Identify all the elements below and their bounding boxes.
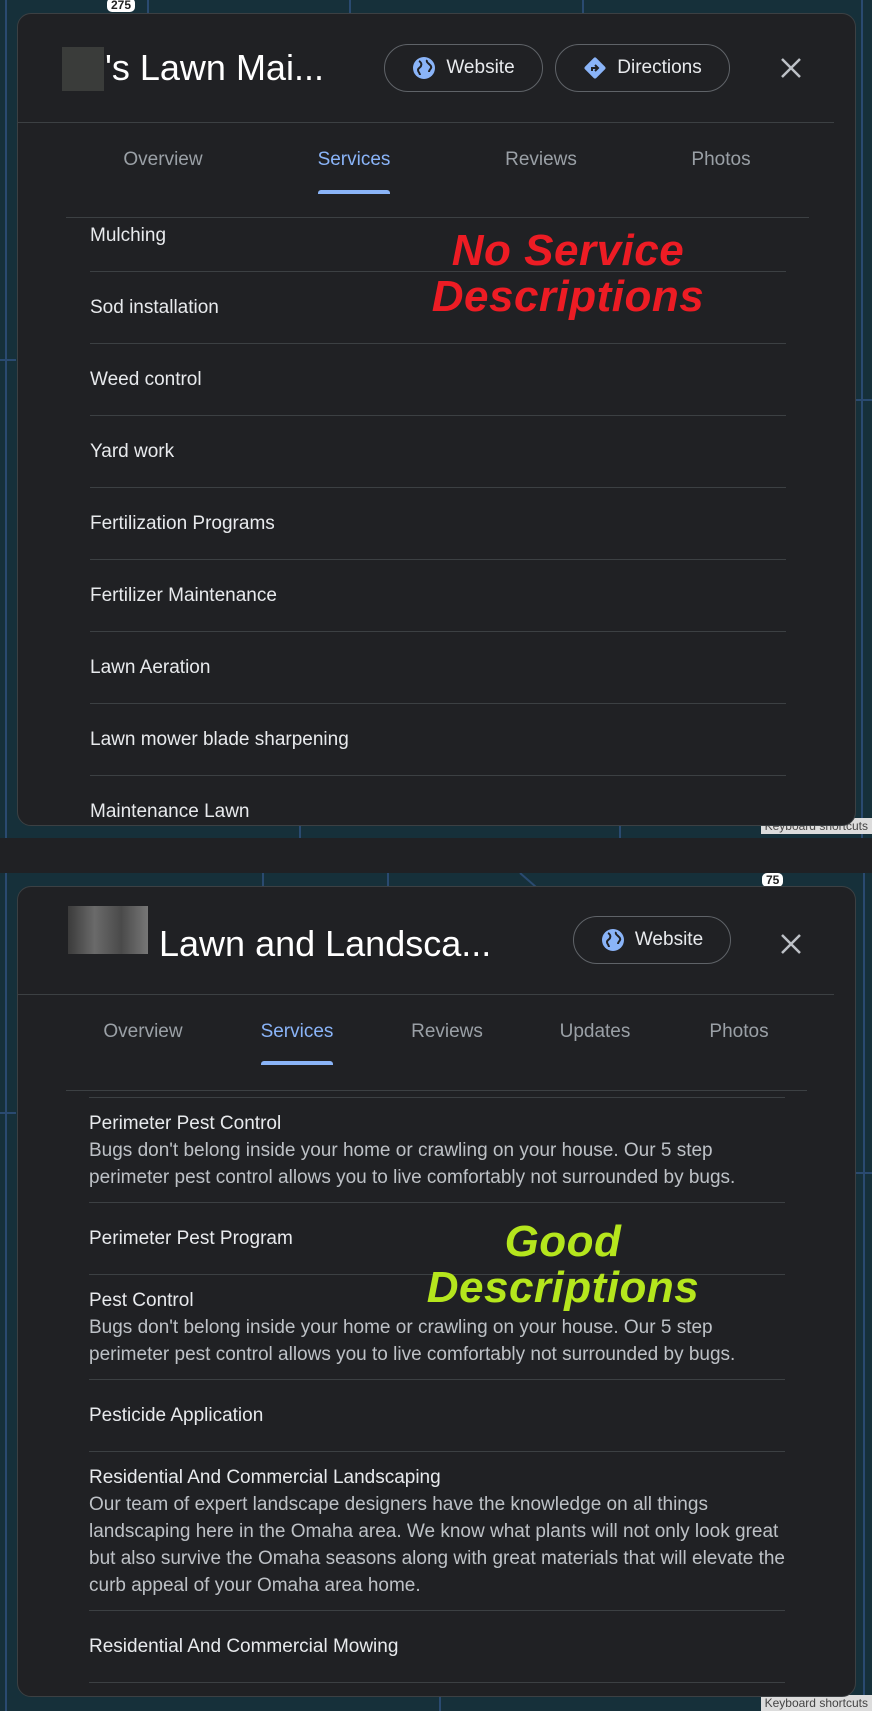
tab-photos[interactable]: Photos [691, 148, 750, 172]
annotation-line: Good [504, 1217, 622, 1266]
service-name: Weed control [90, 368, 202, 390]
service-item: Residential And Commercial Mowing [89, 1611, 785, 1683]
header-divider [18, 122, 834, 123]
service-item: Lawn mower blade sharpening [90, 704, 786, 776]
place-panel-good-descriptions: Lawn and Landsca... Website Overview Ser… [17, 886, 856, 1697]
annotation-line: Descriptions [431, 272, 705, 321]
service-name: Fertilization Programs [90, 512, 275, 534]
service-name: Maintenance Lawn [90, 800, 250, 822]
service-name: Mulching [90, 224, 167, 246]
header-divider [18, 994, 834, 995]
directions-label: Directions [617, 57, 702, 78]
service-name: Perimeter Pest Program [89, 1227, 293, 1249]
service-name: Pesticide Application [89, 1404, 264, 1426]
service-name: Residential And Commercial Mowing [89, 1635, 399, 1657]
globe-icon [413, 57, 436, 79]
service-item: Fertilizer Maintenance [90, 560, 786, 632]
service-name: Residential And Commercial Landscaping [89, 1467, 441, 1488]
close-button[interactable] [773, 926, 809, 962]
globe-icon [601, 929, 624, 951]
service-item: Perimeter Pest Control Bugs don't belong … [89, 1098, 785, 1203]
service-name: Fertilizer Maintenance [90, 584, 277, 606]
tabs-divider [66, 1090, 807, 1091]
tab-reviews[interactable]: Reviews [411, 1020, 483, 1044]
service-item: Maintenance Lawn [90, 776, 786, 825]
service-name: Perimeter Pest Control [89, 1113, 282, 1134]
website-button[interactable]: Website [573, 916, 731, 964]
blurred-logo [62, 47, 104, 91]
tab-overview[interactable]: Overview [123, 148, 202, 172]
tab-overview[interactable]: Overview [103, 1020, 182, 1044]
tab-updates[interactable]: Updates [560, 1020, 631, 1044]
service-name: Lawn Aeration [90, 656, 211, 678]
annotation-good-descriptions: Good Descriptions [427, 1219, 700, 1311]
service-item: Residential And Commercial Landscaping Ou… [89, 1452, 785, 1611]
annotation-no-descriptions: No Service Descriptions [432, 228, 705, 320]
directions-button[interactable]: Directions [555, 44, 730, 92]
tab-services[interactable]: Services [261, 1020, 334, 1044]
service-item: Weed control [90, 344, 786, 416]
service-name: Sod installation [90, 296, 219, 318]
annotation-line: No Service [451, 226, 685, 275]
active-tab-indicator [261, 1061, 333, 1065]
annotation-line: Descriptions [426, 1263, 700, 1312]
tab-photos[interactable]: Photos [709, 1020, 768, 1044]
highway-shield: 75 [762, 873, 784, 887]
active-tab-indicator [318, 190, 390, 194]
service-description: Bugs don't belong inside your home or cr… [89, 1317, 736, 1365]
keyboard-shortcuts-link[interactable]: Keyboard shortcuts [760, 1695, 872, 1711]
service-item: Fertilization Programs [90, 488, 786, 560]
website-label: Website [446, 57, 515, 78]
place-title: Lawn and Landsca... [159, 923, 492, 964]
service-item: Lawn Aeration [90, 632, 786, 704]
place-panel-no-descriptions: 's Lawn Mai... Website Directions Overvi… [17, 13, 856, 826]
close-button[interactable] [773, 50, 809, 86]
service-item: Yard work [90, 416, 786, 488]
service-name: Lawn mower blade sharpening [90, 728, 349, 750]
directions-icon [584, 57, 606, 79]
highway-shield: 275 [107, 0, 136, 12]
place-title: 's Lawn Mai... [105, 47, 324, 88]
website-button[interactable]: Website [384, 44, 543, 92]
website-label: Website [634, 929, 704, 950]
service-description: Our team of expert landscape designers h… [89, 1494, 785, 1596]
blurred-logo [68, 906, 148, 954]
services-list[interactable]: Perimeter Pest Control Bugs don't belong … [89, 1097, 785, 1696]
close-icon [781, 934, 801, 954]
service-item: Pesticide Application [89, 1380, 785, 1452]
tab-services[interactable]: Services [318, 148, 391, 172]
close-icon [781, 58, 801, 78]
tab-reviews[interactable]: Reviews [505, 148, 577, 172]
service-description: Bugs don't belong inside your home or cr… [89, 1140, 736, 1188]
service-name: Yard work [90, 440, 175, 462]
